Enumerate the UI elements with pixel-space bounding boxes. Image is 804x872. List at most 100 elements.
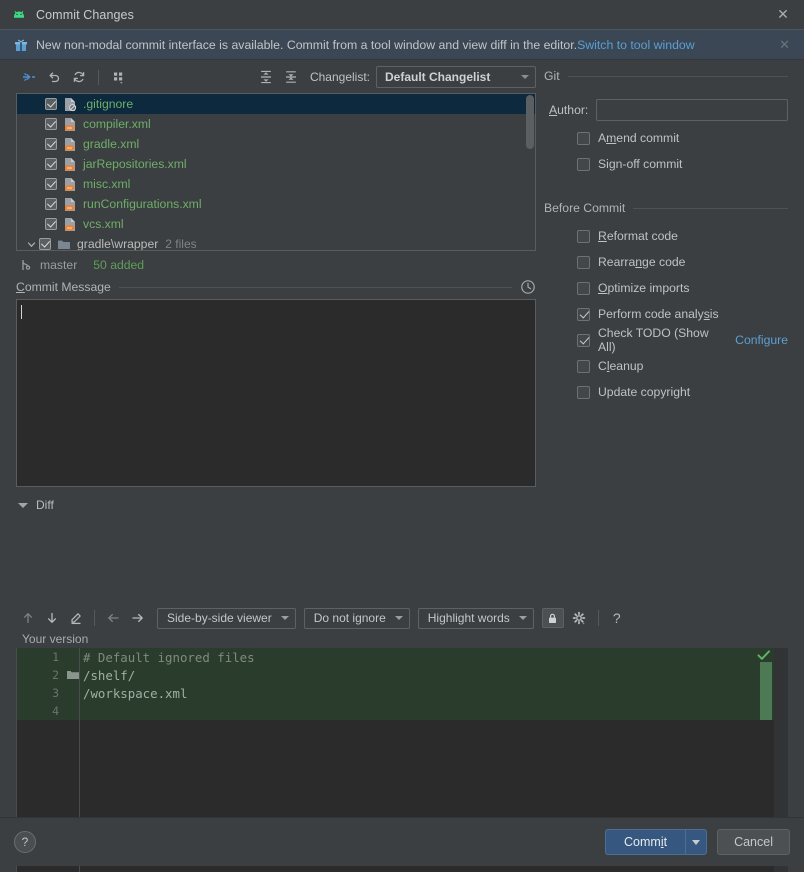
changelist-select[interactable]: Default Changelist xyxy=(376,66,536,88)
changed-files-list[interactable]: .gitignore <> compiler.xml <> gradle.xml… xyxy=(16,93,536,251)
optimize-imports-label: Optimize imports xyxy=(598,281,690,295)
diff-toolbar: Side-by-side viewer Do not ignore Highli… xyxy=(16,606,788,630)
arrow-down-icon[interactable] xyxy=(40,607,64,629)
git-section-label: Git xyxy=(544,69,560,83)
before-commit-label: Before Commit xyxy=(544,201,626,215)
reformat-code-checkbox[interactable] xyxy=(577,229,590,243)
svg-text:<>: <> xyxy=(67,226,73,231)
amend-commit-label: Amend commit xyxy=(598,131,680,145)
vcs-status-row: master 50 added xyxy=(16,253,536,277)
folder-checkbox[interactable] xyxy=(39,238,51,250)
chevron-down-icon xyxy=(521,75,529,79)
diff-section-label: Diff xyxy=(36,498,54,512)
perform-code-analysis-row[interactable]: Perform code analysis xyxy=(544,301,788,327)
line-number: 2 xyxy=(17,666,79,684)
configure-todo-link[interactable]: Configure xyxy=(735,333,788,347)
diff-scrollbar-thumb[interactable] xyxy=(760,662,772,720)
file-checkbox[interactable] xyxy=(45,198,57,210)
chevron-down-icon xyxy=(394,616,403,620)
list-item[interactable]: <> vcs.xml xyxy=(17,214,535,234)
window-title: Commit Changes xyxy=(36,7,134,22)
check-todo-row[interactable]: Check TODO (Show All) Configure xyxy=(544,326,788,354)
whitespace-mode-select[interactable]: Do not ignore xyxy=(303,607,410,629)
arrow-right-icon[interactable] xyxy=(125,607,149,629)
notification-banner: New non-modal commit interface is availa… xyxy=(0,29,804,60)
perform-code-analysis-label: Perform code analysis xyxy=(598,307,719,321)
gear-icon[interactable] xyxy=(568,607,592,629)
list-item[interactable]: <> misc.xml xyxy=(17,174,535,194)
list-item[interactable]: gradle\wrapper 2 files xyxy=(17,234,535,250)
code-line: /shelf/ xyxy=(83,667,136,683)
list-item[interactable]: <> runConfigurations.xml xyxy=(17,194,535,214)
xml-file-icon: <> xyxy=(63,157,77,172)
help-button[interactable]: ? xyxy=(14,831,36,853)
list-item[interactable]: <> gradle.xml xyxy=(17,134,535,154)
file-checkbox[interactable] xyxy=(45,118,57,130)
pencil-icon[interactable] xyxy=(64,607,88,629)
question-mark-icon[interactable]: ? xyxy=(605,607,629,629)
file-name: gradle.xml xyxy=(83,137,140,151)
file-name: compiler.xml xyxy=(83,117,151,131)
file-checkbox[interactable] xyxy=(45,158,57,170)
reformat-code-row[interactable]: Reformat code xyxy=(544,223,788,249)
amend-commit-checkbox[interactable] xyxy=(577,131,590,145)
amend-commit-checkbox-row[interactable]: Amend commit xyxy=(544,125,788,151)
cleanup-checkbox[interactable] xyxy=(577,359,590,373)
cancel-button[interactable]: Cancel xyxy=(717,829,790,855)
close-icon[interactable]: ✕ xyxy=(772,4,794,26)
list-item[interactable]: .gitignore xyxy=(17,94,535,114)
list-item[interactable]: <> jarRepositories.xml xyxy=(17,154,535,174)
file-checkbox[interactable] xyxy=(45,98,57,110)
separator-line xyxy=(633,207,788,209)
shelve-silently-icon[interactable] xyxy=(16,66,41,88)
diff-code-lines: # Default ignored files /shelf/ /workspa… xyxy=(83,648,255,720)
file-list-scrollbar[interactable] xyxy=(526,95,534,149)
collapse-all-icon[interactable] xyxy=(279,66,304,88)
optimize-imports-checkbox[interactable] xyxy=(577,281,590,295)
clock-history-icon[interactable] xyxy=(520,279,536,295)
revert-icon[interactable] xyxy=(41,66,66,88)
changes-toolbar: Changelist: Default Changelist xyxy=(16,64,536,90)
group-by-icon[interactable] xyxy=(106,66,131,88)
update-copyright-row[interactable]: Update copyright xyxy=(544,379,788,405)
commit-button[interactable]: Comm i t xyxy=(605,829,686,855)
perform-code-analysis-checkbox[interactable] xyxy=(577,307,590,321)
expand-all-icon[interactable] xyxy=(254,66,279,88)
update-copyright-checkbox[interactable] xyxy=(577,385,590,399)
highlight-mode-select[interactable]: Highlight words xyxy=(417,607,534,629)
help-glyph: ? xyxy=(612,610,621,626)
file-checkbox[interactable] xyxy=(45,178,57,190)
chevron-down-icon[interactable] xyxy=(18,502,28,508)
rearrange-code-row[interactable]: Rearrange code xyxy=(544,249,788,275)
file-checkbox[interactable] xyxy=(45,138,57,150)
signoff-commit-checkbox[interactable] xyxy=(577,157,590,171)
commit-message-input[interactable] xyxy=(16,299,536,487)
arrow-left-icon[interactable] xyxy=(101,607,125,629)
signoff-commit-checkbox-row[interactable]: Sign-off commit xyxy=(544,151,788,177)
signoff-commit-label: Sign-off commit xyxy=(598,157,683,171)
diff-section-header[interactable]: Diff xyxy=(16,495,536,515)
author-field[interactable] xyxy=(596,99,788,121)
xml-file-icon: <> xyxy=(63,177,77,192)
switch-to-tool-window-link[interactable]: Switch to tool window xyxy=(577,38,695,52)
dialog-footer: ? Comm i t Cancel xyxy=(0,817,804,866)
chevron-down-icon[interactable] xyxy=(25,238,37,250)
line-number: 3 xyxy=(52,686,59,700)
cleanup-row[interactable]: Cleanup xyxy=(544,353,788,379)
before-commit-header: Before Commit xyxy=(544,201,788,215)
list-item[interactable]: <> compiler.xml xyxy=(17,114,535,134)
arrow-up-icon[interactable] xyxy=(16,607,40,629)
commit-options-button[interactable] xyxy=(685,829,708,855)
check-todo-checkbox[interactable] xyxy=(577,333,590,347)
xml-file-icon: <> xyxy=(63,137,77,152)
refresh-icon[interactable] xyxy=(66,66,91,88)
banner-close-icon[interactable]: ✕ xyxy=(773,37,796,53)
file-name: jarRepositories.xml xyxy=(83,157,187,171)
rearrange-code-checkbox[interactable] xyxy=(577,255,590,269)
rearrange-code-label: Rearrange code xyxy=(598,255,686,269)
right-panel: Git Author: Amend commit Sign-off commit… xyxy=(544,64,788,405)
optimize-imports-row[interactable]: Optimize imports xyxy=(544,275,788,301)
file-checkbox[interactable] xyxy=(45,218,57,230)
lock-icon[interactable] xyxy=(541,608,564,628)
viewer-mode-select[interactable]: Side-by-side viewer xyxy=(157,607,296,629)
